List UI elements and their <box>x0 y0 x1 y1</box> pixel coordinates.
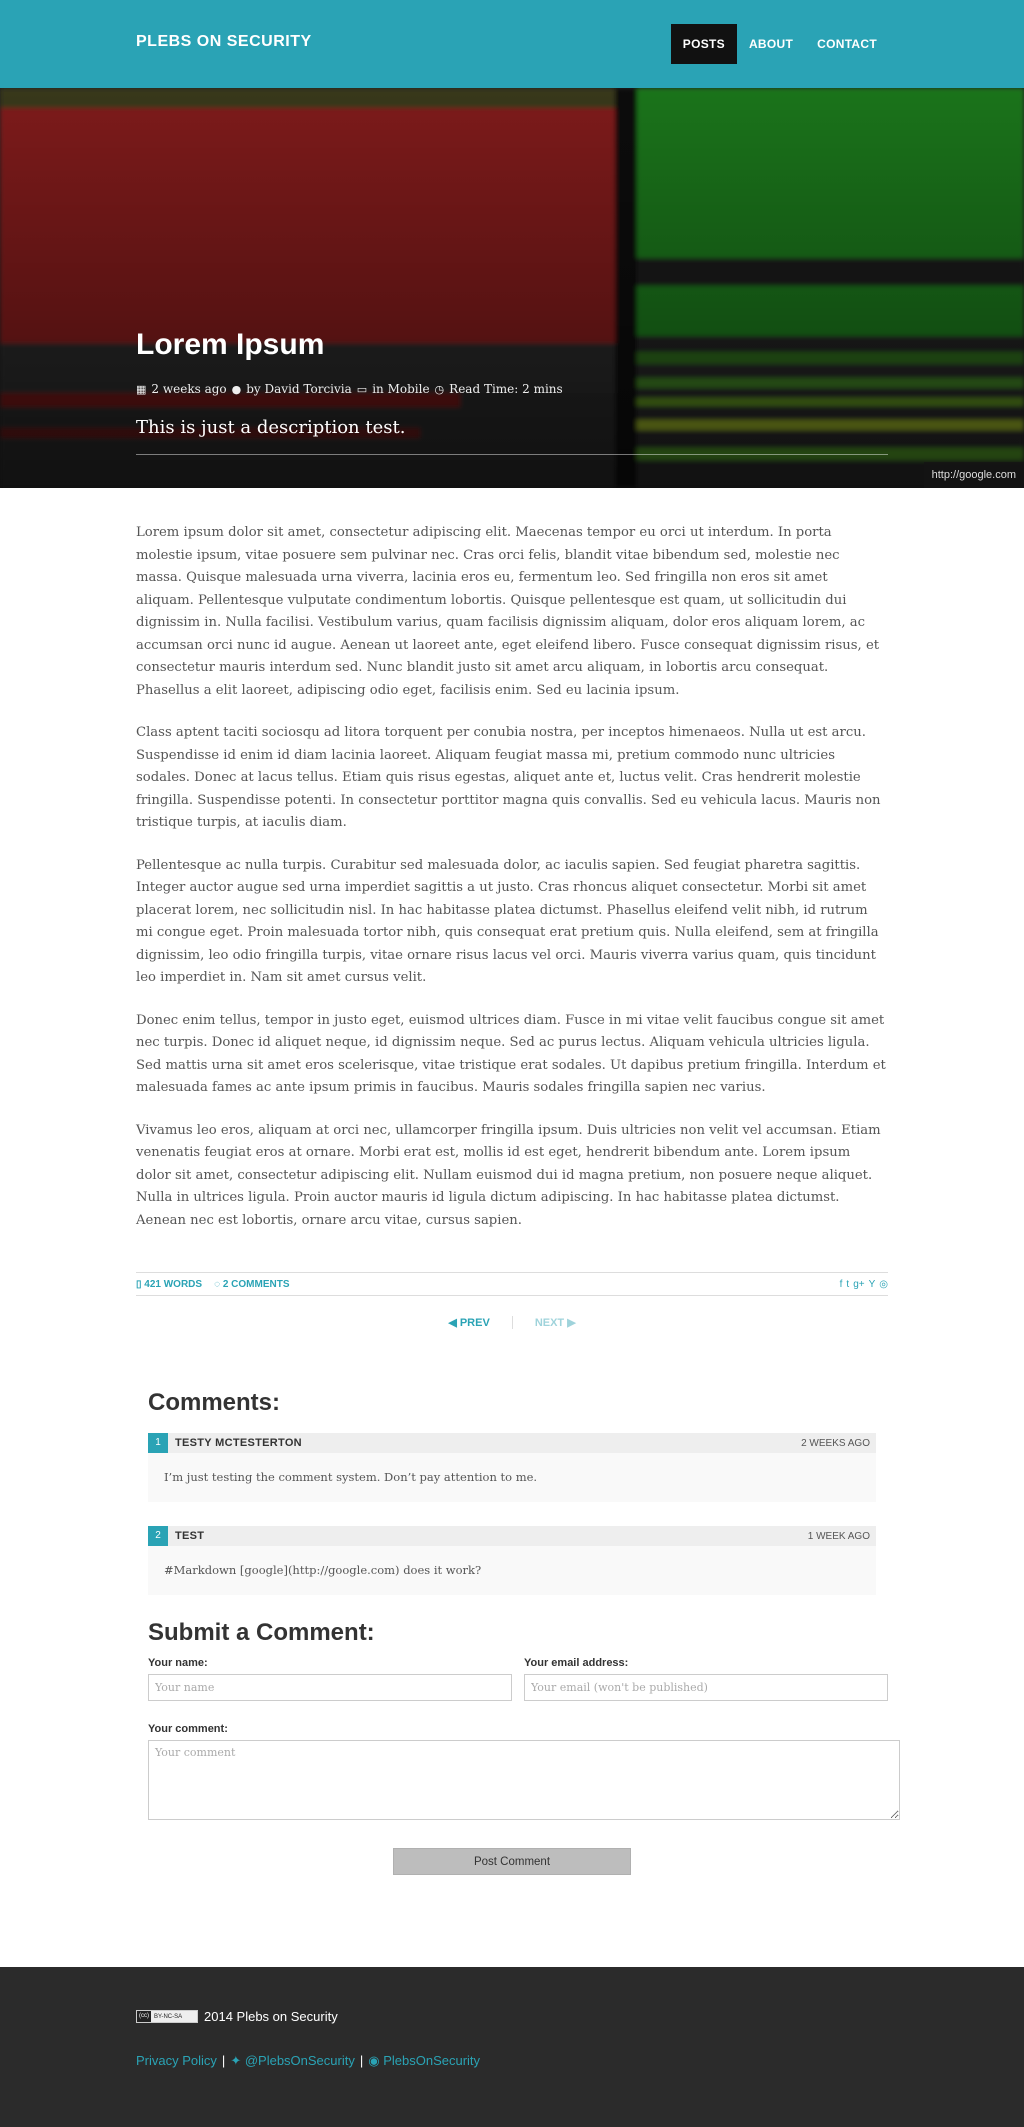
chevron-left-icon: ◀ <box>448 1317 460 1329</box>
site-brand[interactable]: PLEBS ON SECURITY <box>136 33 312 51</box>
email-field-group: Your email address: <box>524 1657 888 1701</box>
comment-body: I’m just testing the comment system. Don… <box>148 1453 876 1502</box>
share-icons: f t g+ Y ◎ <box>840 1279 888 1290</box>
comment-author: TEST <box>175 1530 205 1542</box>
google-plus-icon[interactable]: g+ <box>853 1279 864 1290</box>
comment-form-row: Your name: Your email address: <box>148 1657 888 1701</box>
tumblr-icon[interactable]: t <box>846 1279 849 1290</box>
comments-section: Comments: 1 TESTY MCTESTERTON 2 WEEKS AG… <box>0 1329 1024 1875</box>
comment-item: 2 TEST 1 WEEK AGO #Markdown [google](htt… <box>148 1526 876 1595</box>
email-input[interactable] <box>524 1674 888 1701</box>
submit-comment-heading: Submit a Comment: <box>148 1619 375 1646</box>
post-pager: ◀ PREV NEXT ▶ <box>0 1316 1024 1329</box>
name-label: Your name: <box>148 1657 208 1669</box>
copyright-text: 2014 Plebs on Security <box>204 2009 338 2024</box>
footer-links: Privacy Policy | ✦ @PlebsOnSecurity | ◉ … <box>136 2053 480 2069</box>
next-post-link[interactable]: NEXT ▶ <box>513 1316 576 1329</box>
post-stats: ▯ 421 WORDS ◌ 2 COMMENTS <box>136 1279 289 1290</box>
post-description: This is just a description test. <box>136 417 406 438</box>
post-read-time: Read Time: 2 mins <box>449 382 563 396</box>
name-input[interactable] <box>148 1674 512 1701</box>
post-comment-button[interactable]: Post Comment <box>393 1848 631 1875</box>
calendar-icon: ▦ <box>136 382 147 396</box>
article-body: Lorem ipsum dolor sit amet, consectetur … <box>0 488 1024 1232</box>
post-title: Lorem Ipsum <box>136 328 325 361</box>
post-meta: ▦ 2 weeks ago ● by David Torcivia ▭ in M… <box>136 382 563 396</box>
comment-date: 2 WEEKS AGO <box>801 1437 870 1449</box>
comment-header: 1 TESTY MCTESTERTON 2 WEEKS AGO <box>148 1433 876 1453</box>
hero-banner: Lorem Ipsum ▦ 2 weeks ago ● by David Tor… <box>0 88 1024 488</box>
prev-post-link[interactable]: ◀ PREV <box>448 1316 513 1329</box>
facebook-icon[interactable]: f <box>840 1279 843 1290</box>
comment-date: 1 WEEK AGO <box>807 1530 870 1542</box>
comments-heading: Comments: <box>148 1389 281 1416</box>
comment-body: #Markdown [google](http://google.com) do… <box>148 1546 876 1595</box>
folder-icon: ▭ <box>356 382 368 396</box>
comment-textarea[interactable] <box>148 1740 900 1820</box>
twitter-link[interactable]: ✦ @PlebsOnSecurity <box>230 2053 355 2069</box>
word-count: ▯ 421 WORDS <box>136 1278 203 1290</box>
article-paragraph: Vivamus leo eros, aliquam at orci nec, u… <box>136 1122 881 1228</box>
article-paragraph: Donec enim tellus, tempor in justo eget,… <box>136 1012 886 1096</box>
separator: | <box>221 2053 226 2068</box>
comment-header: 2 TEST 1 WEEK AGO <box>148 1526 876 1546</box>
main-nav: POSTS ABOUT CONTACT <box>670 24 889 64</box>
comment-number: 2 <box>148 1526 168 1546</box>
comment-field-group: Your comment: <box>148 1723 900 1824</box>
separator: | <box>359 2053 364 2068</box>
user-icon: ● <box>231 382 242 396</box>
clock-icon: ◷ <box>434 382 445 396</box>
comment-author: TESTY MCTESTERTON <box>175 1437 302 1449</box>
nav-contact[interactable]: CONTACT <box>805 24 889 64</box>
article-paragraph: Lorem ipsum dolor sit amet, consectetur … <box>136 525 880 698</box>
github-icon: ◉ <box>368 2053 384 2068</box>
privacy-policy-link[interactable]: Privacy Policy <box>136 2053 217 2069</box>
footer-copyright-line: (cc) BY-NC-SA 2014 Plebs on Security <box>136 2009 338 2024</box>
article-paragraph: Class aptent taciti sociosqu ad litora t… <box>136 725 881 830</box>
post-category[interactable]: in Mobile <box>372 382 429 396</box>
post-author[interactable]: by David Torcivia <box>246 382 352 396</box>
comment-label: Your comment: <box>148 1723 228 1735</box>
hacker-news-icon[interactable]: Y <box>869 1279 876 1290</box>
github-link[interactable]: ◉ PlebsOnSecurity <box>368 2053 480 2069</box>
name-field-group: Your name: <box>148 1657 512 1701</box>
nav-posts[interactable]: POSTS <box>670 24 737 64</box>
post-footer-bar: ▯ 421 WORDS ◌ 2 COMMENTS f t g+ Y ◎ <box>136 1272 888 1296</box>
chevron-right-icon: ▶ <box>564 1317 576 1329</box>
nav-about[interactable]: ABOUT <box>737 24 805 64</box>
comment-count-link[interactable]: ◌ 2 COMMENTS <box>214 1279 289 1290</box>
comments-icon: ◌ <box>214 1278 223 1290</box>
hero-divider <box>136 454 888 455</box>
twitter-icon: ✦ <box>230 2053 245 2068</box>
comment-item: 1 TESTY MCTESTERTON 2 WEEKS AGO I’m just… <box>148 1433 876 1502</box>
post-date: 2 weeks ago <box>151 382 227 396</box>
article-paragraph: Pellentesque ac nulla turpis. Curabitur … <box>136 857 879 986</box>
reddit-icon[interactable]: ◎ <box>879 1279 888 1290</box>
site-footer: (cc) BY-NC-SA 2014 Plebs on Security Priv… <box>0 1967 1024 2127</box>
cc-license-badge[interactable]: (cc) BY-NC-SA <box>136 2010 198 2023</box>
comment-number: 1 <box>148 1433 168 1453</box>
email-label: Your email address: <box>524 1657 629 1669</box>
top-navbar: PLEBS ON SECURITY POSTS ABOUT CONTACT <box>0 0 1024 88</box>
image-credit-link[interactable]: http://google.com <box>923 462 1024 488</box>
